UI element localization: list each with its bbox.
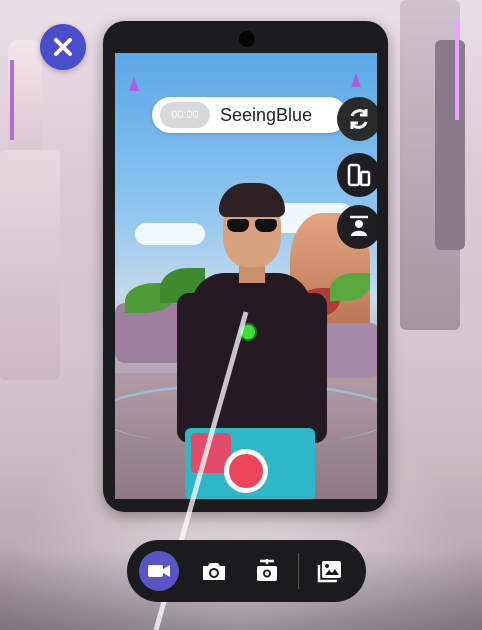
gallery-icon bbox=[317, 561, 341, 583]
camera-icon bbox=[203, 563, 225, 580]
toolbar-divider bbox=[298, 553, 299, 589]
video-mode-button[interactable] bbox=[139, 551, 179, 591]
pointer-laser bbox=[153, 311, 249, 630]
capture-mode-toolbar bbox=[127, 540, 366, 602]
selfie-mode-button[interactable] bbox=[247, 551, 287, 591]
photo-mode-button[interactable] bbox=[194, 551, 234, 591]
gallery-button[interactable] bbox=[310, 551, 350, 591]
selfie-stick-icon bbox=[257, 559, 277, 581]
video-camera-icon bbox=[148, 565, 170, 577]
